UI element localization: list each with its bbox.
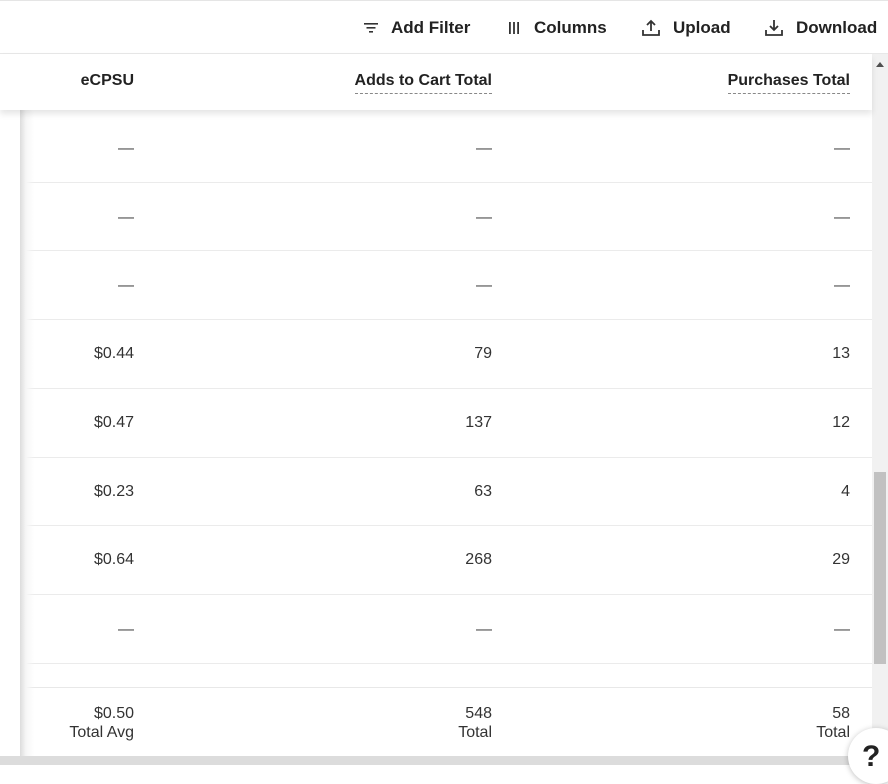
- cell-ecpsu: $0.23: [93, 483, 134, 500]
- total-ecpsu: $0.50 Total Avg: [69, 704, 134, 742]
- table-row: $0.23 63 4: [0, 458, 872, 526]
- add-filter-label: Add Filter: [391, 18, 471, 37]
- table-row: $0.44 79 13: [0, 320, 872, 389]
- total-ecpsu-label: Total Avg: [69, 724, 134, 741]
- download-button[interactable]: Download: [764, 15, 877, 41]
- table-row: — — —: [0, 183, 872, 251]
- cell-purchases: —: [834, 277, 850, 294]
- table-row: — — —: [0, 595, 872, 664]
- total-purchases-value: 58: [832, 705, 850, 722]
- scroll-up-arrow-icon[interactable]: [876, 62, 884, 67]
- horizontal-scrollbar[interactable]: [0, 756, 888, 765]
- cell-adds-to-cart: —: [476, 140, 492, 157]
- total-purchases-label: Total: [816, 724, 850, 741]
- upload-label: Upload: [673, 18, 731, 37]
- cell-purchases: —: [834, 209, 850, 226]
- table-row: — — —: [0, 251, 872, 320]
- column-header-adds-to-cart-total[interactable]: Adds to Cart Total: [354, 72, 492, 94]
- table-row: — — —: [0, 114, 872, 183]
- total-purchases: 58 Total: [816, 704, 850, 742]
- add-filter-button[interactable]: Add Filter: [363, 15, 470, 41]
- columns-icon: [509, 22, 519, 34]
- cell-purchases: 12: [832, 414, 850, 431]
- download-icon: [765, 20, 783, 36]
- table-row: $0.64 268 29: [0, 526, 872, 595]
- cell-purchases: 13: [832, 345, 850, 362]
- total-ecpsu-value: $0.50: [93, 705, 134, 722]
- vertical-scrollbar[interactable]: [872, 54, 888, 756]
- cell-adds-to-cart: —: [476, 209, 492, 226]
- cell-ecpsu: —: [118, 277, 134, 294]
- cell-ecpsu: $0.64: [93, 551, 134, 568]
- frozen-column-shadow: [0, 54, 34, 756]
- cell-ecpsu: —: [118, 209, 134, 226]
- filter-icon: [364, 23, 378, 33]
- cell-ecpsu: $0.47: [93, 414, 134, 431]
- cell-purchases: —: [834, 140, 850, 157]
- table-row: $0.47 137 12: [0, 389, 872, 458]
- cell-adds-to-cart: 137: [465, 414, 492, 431]
- help-icon: ?: [862, 740, 881, 773]
- vertical-scroll-thumb[interactable]: [874, 472, 886, 664]
- column-header-ecpsu[interactable]: eCPSU: [81, 72, 134, 90]
- cell-purchases: —: [834, 621, 850, 638]
- total-adds-value: 548: [465, 705, 492, 722]
- columns-label: Columns: [534, 18, 607, 37]
- cell-ecpsu: $0.44: [93, 345, 134, 362]
- cell-adds-to-cart: 79: [474, 345, 492, 362]
- cell-adds-to-cart: 268: [465, 551, 492, 568]
- upload-button[interactable]: Upload: [641, 15, 731, 41]
- download-label: Download: [796, 18, 878, 37]
- table-header: eCPSU Adds to Cart Total Purchases Total: [0, 54, 872, 110]
- upload-icon: [642, 19, 660, 36]
- cell-ecpsu: —: [118, 621, 134, 638]
- table-toolbar: Add Filter Columns Upload Download: [0, 0, 888, 54]
- cell-adds-to-cart: —: [476, 277, 492, 294]
- cell-adds-to-cart: 63: [474, 483, 492, 500]
- cell-purchases: 4: [841, 483, 850, 500]
- columns-button[interactable]: Columns: [506, 15, 607, 41]
- total-adds-to-cart: 548 Total: [458, 704, 492, 742]
- total-adds-label: Total: [458, 724, 492, 741]
- cell-purchases: 29: [832, 551, 850, 568]
- totals-row: $0.50 Total Avg 548 Total 58 Total: [0, 687, 872, 757]
- cell-adds-to-cart: —: [476, 621, 492, 638]
- column-header-purchases-total[interactable]: Purchases Total: [727, 72, 850, 94]
- cell-ecpsu: —: [118, 140, 134, 157]
